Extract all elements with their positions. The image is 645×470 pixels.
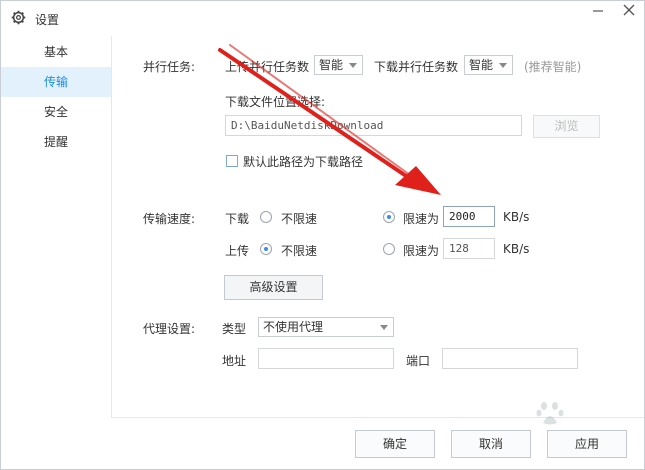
sidebar: 基本 传输 安全 提醒 bbox=[1, 36, 112, 469]
gear-icon bbox=[11, 10, 26, 25]
upload-parallel-value: 智能 bbox=[319, 58, 344, 72]
upload-unlimited-radio[interactable] bbox=[260, 243, 272, 255]
download-limit-label: 限速为 bbox=[403, 212, 440, 226]
sidebar-item-security[interactable]: 安全 bbox=[1, 97, 111, 127]
close-icon[interactable] bbox=[622, 3, 636, 17]
default-path-checkbox[interactable] bbox=[226, 155, 238, 167]
apply-button[interactable]: 应用 bbox=[547, 430, 627, 458]
browse-button[interactable]: 浏览 bbox=[533, 115, 600, 138]
upload-parallel-label: 上传并行任务数 bbox=[225, 60, 310, 74]
ok-button[interactable]: 确定 bbox=[355, 430, 435, 458]
minimize-icon[interactable] bbox=[590, 6, 606, 16]
proxy-type-value: 不使用代理 bbox=[263, 320, 324, 334]
proxy-type-label: 类型 bbox=[222, 322, 247, 336]
chevron-down-icon bbox=[349, 63, 357, 68]
download-parallel-select[interactable]: 智能 bbox=[464, 55, 513, 75]
download-limit-input[interactable]: 2000 bbox=[443, 206, 495, 227]
download-limit-unit: KB/s bbox=[503, 210, 530, 224]
chevron-down-icon bbox=[380, 325, 388, 330]
sidebar-item-basic[interactable]: 基本 bbox=[1, 37, 111, 67]
upload-limit-input[interactable]: 128 bbox=[443, 238, 495, 259]
upload-unlimited-label: 不限速 bbox=[281, 244, 318, 258]
proxy-port-label: 端口 bbox=[406, 354, 431, 368]
download-unlimited-label: 不限速 bbox=[281, 212, 318, 226]
download-limit-radio[interactable] bbox=[383, 211, 395, 223]
upload-limit-label: 限速为 bbox=[403, 244, 440, 258]
proxy-section-label: 代理设置: bbox=[143, 322, 196, 336]
upload-parallel-select[interactable]: 智能 bbox=[314, 55, 363, 75]
sidebar-item-reminder[interactable]: 提醒 bbox=[1, 127, 111, 157]
chevron-down-icon bbox=[499, 63, 507, 68]
upload-speed-label: 上传 bbox=[225, 244, 250, 258]
upload-limit-radio[interactable] bbox=[383, 243, 395, 255]
cancel-button[interactable]: 取消 bbox=[451, 430, 531, 458]
download-speed-label: 下载 bbox=[225, 212, 250, 226]
parallel-hint: (推荐智能) bbox=[524, 60, 582, 74]
download-path-input[interactable]: D:\BaiduNetdiskDownload bbox=[225, 115, 522, 136]
proxy-port-input[interactable] bbox=[442, 348, 578, 369]
download-parallel-value: 智能 bbox=[469, 58, 494, 72]
parallel-section-label: 并行任务: bbox=[143, 60, 196, 74]
proxy-address-label: 地址 bbox=[222, 354, 247, 368]
sidebar-item-transfer[interactable]: 传输 bbox=[1, 67, 111, 97]
advanced-settings-button[interactable]: 高级设置 bbox=[224, 275, 323, 300]
download-parallel-label: 下载并行任务数 bbox=[374, 60, 459, 74]
download-unlimited-radio[interactable] bbox=[260, 211, 272, 223]
proxy-type-select[interactable]: 不使用代理 bbox=[258, 317, 394, 337]
window-title: 设置 bbox=[35, 13, 60, 27]
proxy-address-input[interactable] bbox=[258, 348, 394, 369]
default-path-label: 默认此路径为下载路径 bbox=[243, 155, 364, 169]
download-location-label: 下载文件位置选择: bbox=[225, 95, 326, 109]
speed-section-label: 传输速度: bbox=[143, 212, 196, 226]
title-bar: 设置 bbox=[0, 0, 645, 36]
upload-limit-unit: KB/s bbox=[503, 242, 530, 256]
